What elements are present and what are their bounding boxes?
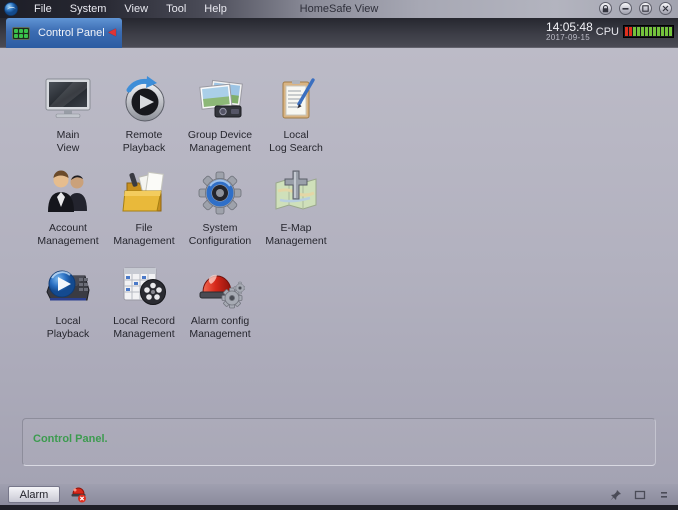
main-view-icon — [43, 74, 93, 124]
cpu-meter-segment — [625, 27, 628, 36]
pin-icon[interactable] — [610, 489, 622, 501]
group-device-management-icon — [195, 74, 245, 124]
account-management-icon — [43, 167, 93, 217]
restore-window-icon[interactable] — [634, 489, 646, 501]
control-panel-item-e-map-management[interactable]: E-MapManagement — [258, 167, 334, 260]
control-panel-item-local-record-management[interactable]: Local RecordManagement — [106, 260, 182, 353]
control-panel-item-remote-playback[interactable]: RemotePlayback — [106, 74, 182, 167]
window-buttons — [599, 2, 672, 15]
minimize-button[interactable] — [619, 2, 632, 15]
clock-date: 2017-09-15 — [546, 33, 590, 42]
cpu-meter-segment — [629, 27, 632, 36]
menu-view[interactable]: View — [115, 1, 157, 17]
cpu-meter-segment — [645, 27, 648, 36]
control-panel-item-local-playback[interactable]: LocalPlayback — [30, 260, 106, 353]
close-button[interactable] — [659, 2, 672, 15]
control-panel-item-file-management[interactable]: FileManagement — [106, 167, 182, 260]
e-map-management-icon — [271, 167, 321, 217]
status-bar: Alarm — [0, 484, 678, 505]
control-panel-main: MainView RemotePlayback — [0, 48, 678, 484]
tab-control-panel[interactable]: Control Panel ◀ — [6, 18, 122, 48]
menu-tool[interactable]: Tool — [157, 1, 195, 17]
clock: 14:05:48 2017-09-15 — [546, 21, 593, 42]
control-panel-grid: MainView RemotePlayback — [30, 74, 334, 353]
local-record-management-icon — [119, 260, 169, 310]
lock-icon — [602, 5, 609, 13]
homesafe-logo-icon — [4, 2, 18, 16]
local-log-search-icon — [271, 74, 321, 124]
maximize-button[interactable] — [639, 2, 652, 15]
alarm-config-management-icon — [195, 260, 245, 310]
cpu-meter — [623, 25, 674, 38]
minimize-icon — [622, 5, 629, 12]
cpu-meter-segment — [653, 27, 656, 36]
control-panel-item-group-device-management[interactable]: Group DeviceManagement — [182, 74, 258, 167]
cpu-meter-segment — [637, 27, 640, 36]
info-box-message: Control Panel. — [33, 433, 655, 445]
cpu-meter-segment — [665, 27, 668, 36]
clock-time: 14:05:48 — [546, 21, 593, 33]
title-bar: File System View Tool Help HomeSafe View — [0, 0, 678, 18]
cpu-label: CPU — [596, 26, 619, 38]
window-bottom-edge — [0, 505, 678, 510]
menu-file[interactable]: File — [25, 1, 61, 17]
local-playback-icon — [43, 260, 93, 310]
info-box: Control Panel. — [22, 418, 656, 466]
maximize-icon — [642, 5, 649, 12]
cpu-meter-segment — [661, 27, 664, 36]
menu-help[interactable]: Help — [195, 1, 236, 17]
tab-bar: Control Panel ◀ 14:05:48 2017-09-15 CPU — [0, 18, 678, 48]
cpu-meter-segment — [669, 27, 672, 36]
menu-system[interactable]: System — [61, 1, 116, 17]
control-panel-tab-icon — [12, 27, 30, 40]
remote-playback-icon — [119, 74, 169, 124]
cpu-meter-segment — [633, 27, 636, 36]
control-panel-item-main-view[interactable]: MainView — [30, 74, 106, 167]
item-label: Main — [57, 129, 80, 142]
status-bar-right-icons — [610, 484, 670, 505]
control-panel-item-account-management[interactable]: AccountManagement — [30, 167, 106, 260]
cpu-meter-segment — [641, 27, 644, 36]
control-panel-item-alarm-config-management[interactable]: Alarm configManagement — [182, 260, 258, 353]
control-panel-item-local-log-search[interactable]: LocalLog Search — [258, 74, 334, 167]
system-configuration-icon — [195, 167, 245, 217]
tab-label: Control Panel — [38, 27, 106, 39]
file-management-icon — [119, 167, 169, 217]
alarm-muted-icon[interactable] — [70, 486, 87, 503]
control-panel-item-system-configuration[interactable]: SystemConfiguration — [182, 167, 258, 260]
lock-button[interactable] — [599, 2, 612, 15]
cpu-meter-segment — [649, 27, 652, 36]
clock-cpu-block: 14:05:48 2017-09-15 CPU — [546, 21, 674, 42]
close-icon — [662, 5, 669, 12]
menu-bar: File System View Tool Help — [25, 1, 236, 17]
collapse-panel-icon[interactable] — [658, 489, 670, 501]
alarm-button[interactable]: Alarm — [8, 486, 60, 503]
tab-close-arrow-icon[interactable]: ◀ — [108, 28, 116, 38]
cpu-meter-segment — [657, 27, 660, 36]
